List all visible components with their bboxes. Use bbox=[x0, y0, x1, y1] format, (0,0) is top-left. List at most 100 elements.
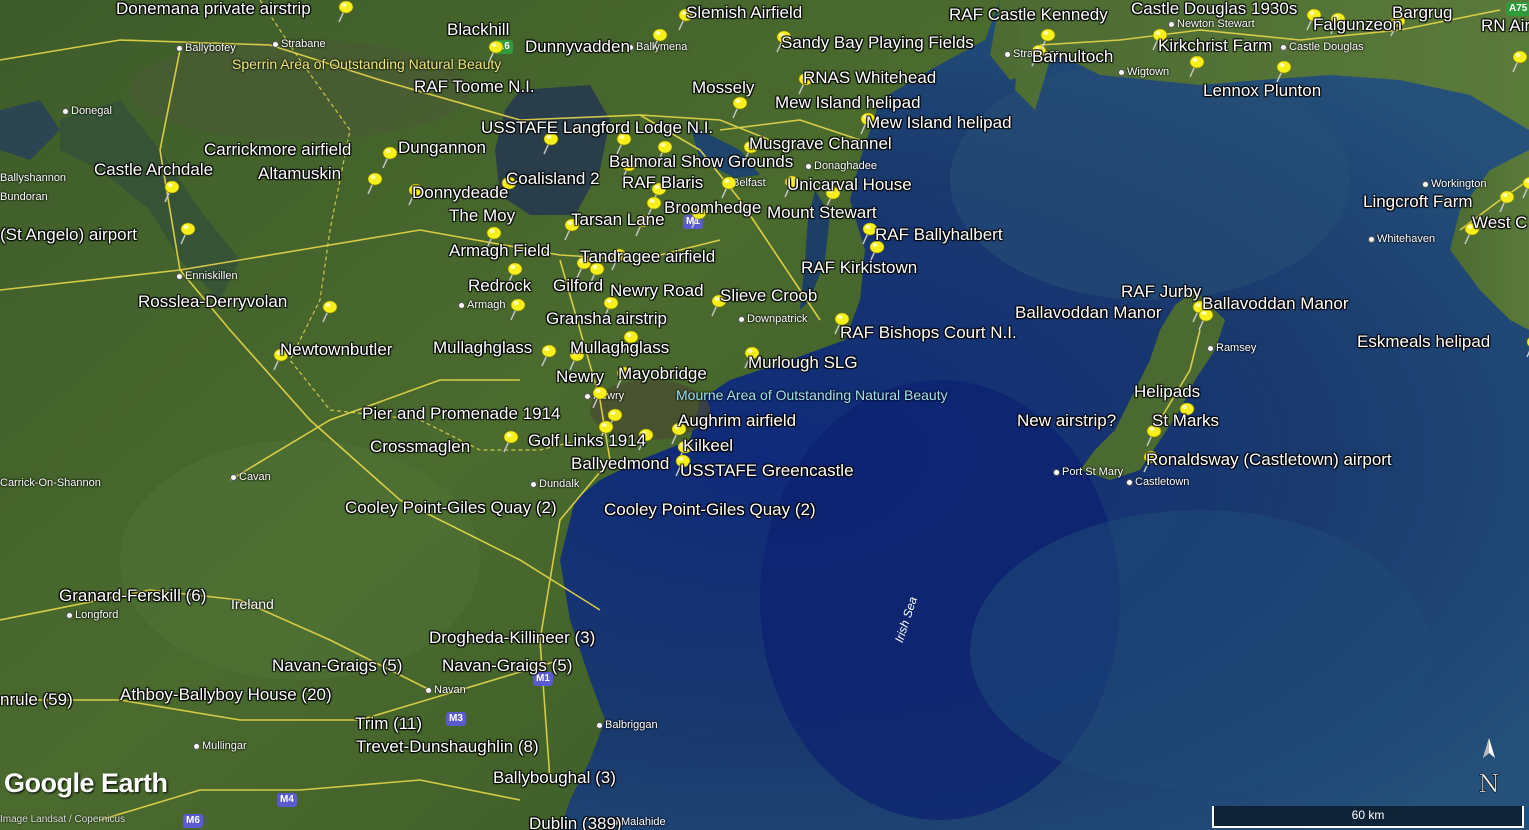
pushpin-icon[interactable] bbox=[647, 28, 669, 52]
place-label[interactable]: Ronaldsway (Castletown) airport bbox=[1146, 451, 1392, 469]
place-label[interactable]: Newry Road bbox=[610, 282, 704, 300]
place-label[interactable]: Tarsan Lane bbox=[571, 211, 665, 229]
place-label[interactable]: USSTAFE Greencastle bbox=[680, 462, 854, 480]
place-label[interactable]: Mew Island helipad bbox=[866, 114, 1012, 132]
place-label[interactable]: St Marks bbox=[1152, 412, 1219, 430]
place-label[interactable]: USSTAFE Langford Lodge N.I. bbox=[481, 119, 713, 137]
place-label[interactable]: Barnultoch bbox=[1032, 48, 1113, 66]
place-label[interactable]: Newtownbutler bbox=[280, 341, 392, 359]
place-label[interactable]: Helipads bbox=[1134, 383, 1200, 401]
place-label[interactable]: Sandy Bay Playing Fields bbox=[781, 34, 974, 52]
place-label[interactable]: Slemish Airfield bbox=[686, 4, 802, 22]
place-label[interactable]: Mount Stewart bbox=[767, 204, 877, 222]
place-label[interactable]: RAF Blaris bbox=[622, 174, 703, 192]
pushpin-icon[interactable] bbox=[483, 40, 505, 64]
place-label[interactable]: Murlough SLG bbox=[748, 354, 858, 372]
place-label[interactable]: New airstrip? bbox=[1017, 412, 1116, 430]
place-label[interactable]: Mossely bbox=[692, 79, 754, 97]
pushpin-icon[interactable] bbox=[1517, 176, 1529, 200]
place-label[interactable]: Unicarval House bbox=[787, 176, 912, 194]
place-label[interactable]: Mew Island helipad bbox=[775, 94, 921, 112]
place-label[interactable]: Dublin (389) bbox=[529, 815, 622, 830]
pushpin-icon[interactable] bbox=[1184, 55, 1206, 79]
place-label[interactable]: The Moy bbox=[449, 207, 515, 225]
place-label[interactable]: Tandragee airfield bbox=[580, 248, 715, 266]
place-label[interactable]: RN Air bbox=[1481, 17, 1529, 35]
place-label[interactable]: Ballavoddan Manor bbox=[1015, 304, 1161, 322]
place-label[interactable]: (St Angelo) airport bbox=[0, 226, 137, 244]
pushpin-icon[interactable] bbox=[505, 298, 527, 322]
pushpin-icon[interactable] bbox=[317, 300, 339, 324]
place-label[interactable]: Aughrim airfield bbox=[678, 412, 796, 430]
place-label[interactable]: RAF Jurby bbox=[1121, 283, 1201, 301]
place-label[interactable]: RAF Bishops Court N.I. bbox=[840, 324, 1017, 342]
place-label[interactable]: Crossmaglen bbox=[370, 438, 470, 456]
place-label[interactable]: Balmoral Show Grounds bbox=[609, 153, 793, 171]
place-label[interactable]: RNAS Whitehead bbox=[803, 69, 936, 87]
place-label[interactable]: Drogheda-Killineer (3) bbox=[429, 629, 595, 647]
place-label[interactable]: Golf Links 1914 bbox=[528, 432, 646, 450]
compass-north-icon[interactable]: N bbox=[1474, 736, 1504, 798]
place-label[interactable]: Altamuskin bbox=[258, 165, 341, 183]
place-label[interactable]: Navan-Graigs (5) bbox=[442, 657, 572, 675]
place-label[interactable]: Redrock bbox=[468, 277, 531, 295]
place-label[interactable]: Granard-Ferskill (6) bbox=[59, 587, 206, 605]
place-label[interactable]: RAF Ballyhalbert bbox=[875, 226, 1003, 244]
place-label[interactable]: Gilford bbox=[553, 277, 603, 295]
place-label[interactable]: Musgrave Channel bbox=[749, 135, 892, 153]
place-label[interactable]: Blackhill bbox=[447, 21, 509, 39]
place-label[interactable]: Armagh Field bbox=[449, 242, 550, 260]
place-label[interactable]: Broomhedge bbox=[664, 199, 761, 217]
place-label[interactable]: Mullaghglass bbox=[570, 339, 669, 357]
pushpin-icon[interactable] bbox=[377, 146, 399, 170]
pushpin-icon[interactable] bbox=[159, 180, 181, 204]
place-label[interactable]: Rosslea-Derryvolan bbox=[138, 293, 287, 311]
place-label[interactable]: Mullaghglass bbox=[433, 339, 532, 357]
place-label[interactable]: Lennox Plunton bbox=[1203, 82, 1321, 100]
place-label[interactable]: Castle Douglas 1930s bbox=[1131, 0, 1297, 18]
place-label[interactable]: Trim (11) bbox=[355, 715, 422, 733]
place-label[interactable]: Navan-Graigs (5) bbox=[272, 657, 402, 675]
map-view[interactable]: Sperrin Area of Outstanding Natural Beau… bbox=[0, 0, 1529, 830]
pushpin-icon[interactable] bbox=[333, 0, 355, 24]
pushpin-icon[interactable] bbox=[716, 176, 738, 200]
place-label[interactable]: RAF Kirkistown bbox=[801, 259, 917, 277]
place-label[interactable]: Kirkchrist Farm bbox=[1158, 37, 1272, 55]
place-label[interactable]: Newry bbox=[556, 368, 604, 386]
place-label[interactable]: Gransha airstrip bbox=[546, 310, 667, 328]
place-label[interactable]: Cooley Point-Giles Quay (2) bbox=[604, 501, 816, 519]
place-label[interactable]: Bargrug bbox=[1392, 4, 1452, 22]
pushpin-icon[interactable] bbox=[175, 222, 197, 246]
pushpin-icon[interactable] bbox=[1521, 335, 1529, 359]
place-label[interactable]: Trevet-Dunshaughlin (8) bbox=[356, 738, 539, 756]
pushpin-icon[interactable] bbox=[362, 172, 384, 196]
place-label[interactable]: Ballavoddan Manor bbox=[1202, 295, 1348, 313]
place-label[interactable]: Cooley Point-Giles Quay (2) bbox=[345, 499, 557, 517]
place-label[interactable]: Donnydeade bbox=[412, 184, 508, 202]
place-label[interactable]: Coalisland 2 bbox=[506, 170, 600, 188]
place-label[interactable]: Eskmeals helipad bbox=[1357, 333, 1490, 351]
place-label[interactable]: nrule (59) bbox=[0, 691, 73, 709]
place-label[interactable]: Athboy-Ballyboy House (20) bbox=[120, 686, 332, 704]
pushpin-icon[interactable] bbox=[1494, 190, 1516, 214]
place-label[interactable]: Ballyboughal (3) bbox=[493, 769, 616, 787]
pushpin-icon[interactable] bbox=[1507, 50, 1529, 74]
place-label[interactable]: Pier and Promenade 1914 bbox=[362, 405, 560, 423]
place-label[interactable]: Ballyedmond bbox=[571, 455, 669, 473]
place-label[interactable]: Carrickmore airfield bbox=[204, 141, 351, 159]
place-label[interactable]: RAF Toome N.I. bbox=[414, 78, 535, 96]
place-label[interactable]: Falgunzeon bbox=[1313, 16, 1402, 34]
place-label[interactable]: Castle Archdale bbox=[94, 161, 213, 179]
place-label[interactable]: Kilkeel bbox=[683, 437, 733, 455]
place-label[interactable]: Dunnyvadden bbox=[525, 38, 630, 56]
place-label[interactable]: RAF Castle Kennedy bbox=[949, 6, 1108, 24]
place-label[interactable]: Slieve Croob bbox=[720, 287, 817, 305]
place-label[interactable]: West C bbox=[1472, 214, 1527, 232]
pushpin-icon[interactable] bbox=[536, 344, 558, 368]
place-label[interactable]: Donemana private airstrip bbox=[116, 0, 311, 18]
place-label[interactable]: Mayobridge bbox=[618, 365, 707, 383]
place-label[interactable]: Lingcroft Farm bbox=[1363, 193, 1473, 211]
place-label[interactable]: Dungannon bbox=[398, 139, 486, 157]
pushpin-icon[interactable] bbox=[587, 386, 609, 410]
pushpin-icon[interactable] bbox=[498, 430, 520, 454]
